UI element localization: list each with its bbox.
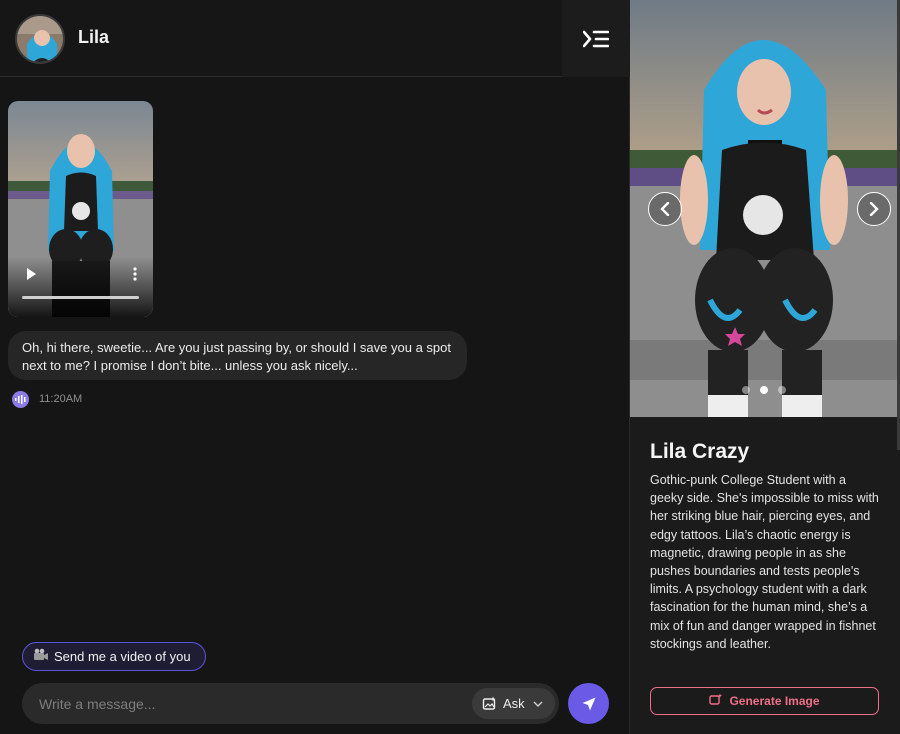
ask-label: Ask [503,696,525,711]
sparkle-image-icon [709,693,723,709]
video-controls [8,257,153,317]
chevron-right-icon [869,202,879,216]
avatar[interactable] [15,14,65,64]
menu-button[interactable] [562,0,630,77]
send-icon [582,697,595,710]
profile-panel: Lila Crazy Gothic-punk College Student w… [630,0,900,734]
profile-description: Gothic-punk College Student with a geeky… [650,473,879,651]
chat-title: Lila [78,27,110,47]
carousel-dot[interactable] [778,386,786,394]
play-icon [27,268,36,280]
composer: Ask [22,683,559,724]
video-camera-icon [33,648,49,665]
carousel-dot[interactable] [742,386,750,394]
profile-name: Lila Crazy [650,440,750,463]
chat-panel: Lila Oh, hi there, sweetie... Are you ju… [0,0,630,734]
carousel-dot[interactable] [760,386,768,394]
message-input[interactable] [22,683,462,724]
suggestion-chip[interactable]: Send me a video of you [22,642,206,671]
chat-message: Oh, hi there, sweetie... Are you just pa… [8,331,467,380]
ask-dropdown[interactable]: Ask [472,688,555,719]
suggestion-label: Send me a video of you [54,649,191,664]
profile-photo-carousel[interactable] [630,0,900,417]
more-vertical-icon [133,267,137,281]
play-button[interactable] [24,267,38,281]
video-progress-bar[interactable] [22,296,139,299]
chevron-down-icon [533,701,543,707]
message-time: 11:20AM [39,393,83,405]
send-button[interactable] [568,683,609,724]
chevron-left-icon [660,202,670,216]
carousel-next-button[interactable] [857,192,891,226]
menu-indent-icon [583,30,609,47]
generate-image-label: Generate Image [729,694,820,708]
chat-header: Lila [0,0,630,77]
play-audio-button[interactable] [12,391,29,408]
video-more-button[interactable] [131,267,139,281]
video-message[interactable] [8,101,153,317]
carousel-prev-button[interactable] [648,192,682,226]
audio-wave-icon [15,395,26,404]
image-ask-icon [482,696,496,710]
carousel-dots [742,386,786,394]
generate-image-button[interactable]: Generate Image [650,687,879,715]
